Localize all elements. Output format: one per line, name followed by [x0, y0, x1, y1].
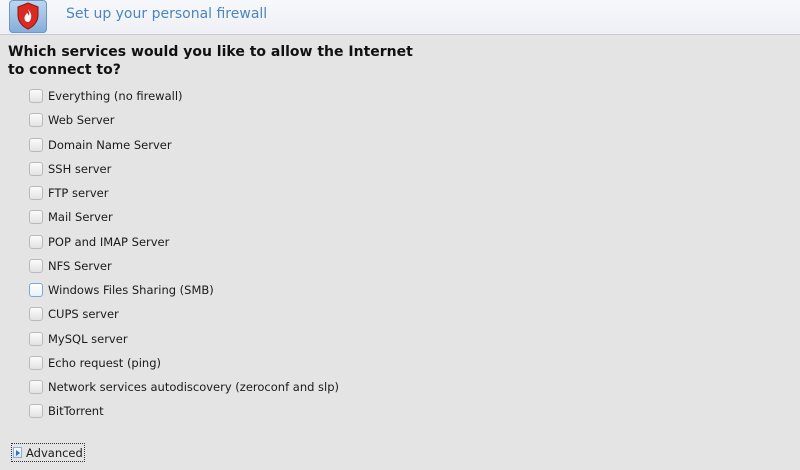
service-option-web-server[interactable]: Web Server — [29, 108, 339, 132]
option-label: SSH server — [48, 161, 112, 176]
service-option-everything[interactable]: Everything (no firewall) — [29, 84, 339, 108]
services-question: Which services would you like to allow t… — [8, 44, 413, 78]
service-option-autodiscovery[interactable]: Network services autodiscovery (zeroconf… — [29, 375, 339, 399]
service-option-mysql[interactable]: MySQL server — [29, 327, 339, 351]
service-option-pop-imap[interactable]: POP and IMAP Server — [29, 230, 339, 254]
page-title: Set up your personal firewall — [66, 6, 268, 22]
service-option-bittorrent[interactable]: BitTorrent — [29, 399, 339, 423]
firewall-window: Set up your personal firewall Which serv… — [0, 0, 800, 470]
option-label: BitTorrent — [48, 404, 104, 419]
service-option-cups[interactable]: CUPS server — [29, 302, 339, 326]
checkbox[interactable] — [29, 331, 43, 346]
option-label: NFS Server — [48, 258, 112, 273]
firewall-shield-icon — [9, 0, 47, 33]
expand-arrow-icon[interactable] — [13, 447, 22, 458]
service-option-smb[interactable]: Windows Files Sharing (SMB) — [29, 278, 339, 302]
checkbox[interactable] — [29, 258, 43, 273]
option-label: Everything (no firewall) — [48, 89, 183, 104]
option-label: Mail Server — [48, 210, 113, 225]
checkbox[interactable] — [29, 380, 43, 395]
option-label: POP and IMAP Server — [48, 234, 170, 249]
service-option-ping[interactable]: Echo request (ping) — [29, 351, 339, 375]
checkbox[interactable] — [29, 137, 43, 152]
checkbox[interactable] — [29, 307, 43, 322]
service-option-ftp[interactable]: FTP server — [29, 181, 339, 205]
service-option-nfs[interactable]: NFS Server — [29, 254, 339, 278]
option-label: CUPS server — [48, 307, 119, 322]
checkbox[interactable] — [29, 283, 43, 298]
header-bar: Set up your personal firewall — [0, 0, 800, 35]
checkbox[interactable] — [29, 186, 43, 201]
checkbox[interactable] — [29, 161, 43, 176]
service-option-dns[interactable]: Domain Name Server — [29, 133, 339, 157]
checkbox[interactable] — [29, 113, 43, 128]
services-list: Everything (no firewall) Web Server Doma… — [29, 84, 339, 424]
option-label: Web Server — [48, 113, 115, 128]
service-option-ssh[interactable]: SSH server — [29, 157, 339, 181]
service-option-mail[interactable]: Mail Server — [29, 205, 339, 229]
advanced-expander[interactable]: Advanced — [11, 443, 85, 462]
option-label: Network services autodiscovery (zeroconf… — [48, 380, 340, 395]
checkbox[interactable] — [29, 210, 43, 225]
option-label: MySQL server — [48, 331, 128, 346]
checkbox[interactable] — [29, 404, 43, 419]
checkbox[interactable] — [29, 234, 43, 249]
option-label: FTP server — [48, 186, 109, 201]
option-label: Echo request (ping) — [48, 355, 161, 370]
checkbox[interactable] — [29, 355, 43, 370]
option-label: Domain Name Server — [48, 137, 172, 152]
option-label: Windows Files Sharing (SMB) — [48, 283, 214, 298]
advanced-label: Advanced — [26, 445, 83, 460]
checkbox[interactable] — [29, 89, 43, 104]
